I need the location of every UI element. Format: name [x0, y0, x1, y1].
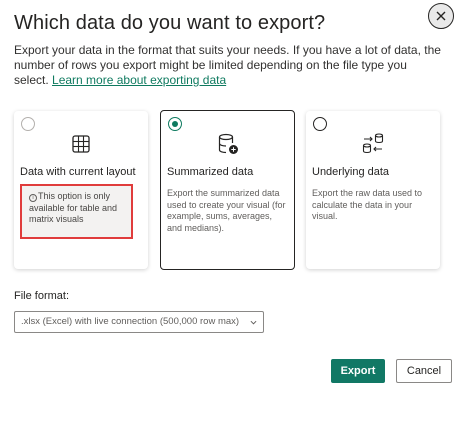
file-format-select[interactable]: .xlsx (Excel) with live connection (500,…: [14, 311, 264, 333]
close-button[interactable]: [428, 3, 454, 29]
radio-summarized[interactable]: [168, 117, 182, 131]
close-icon: [436, 11, 446, 21]
option-title-underlying: Underlying data: [312, 166, 390, 178]
learn-more-link[interactable]: Learn more about exporting data: [52, 73, 226, 87]
option-text-underlying: Export the raw data used to calculate th…: [312, 188, 423, 222]
file-format-label: File format:: [14, 290, 70, 302]
dialog-title: Which data do you want to export?: [14, 12, 326, 34]
info-icon: i: [29, 194, 37, 202]
option-title-current-layout: Data with current layout: [20, 166, 136, 178]
data-transfer-icon: [362, 133, 384, 154]
file-format-value: .xlsx (Excel) with live connection (500,…: [21, 316, 240, 327]
unavailable-note: i This option is only available for table…: [20, 184, 133, 239]
cancel-button[interactable]: Cancel: [396, 359, 452, 383]
option-text-summarized: Export the summarized data used to creat…: [167, 188, 286, 233]
radio-underlying[interactable]: [313, 117, 327, 131]
export-button[interactable]: Export: [331, 359, 385, 383]
note-text: This option is only available for table …: [29, 191, 118, 225]
option-card-summarized[interactable]: Summarized data Export the summarized da…: [160, 110, 295, 270]
option-card-underlying[interactable]: Underlying data Export the raw data used…: [306, 111, 440, 269]
dialog-description: Export your data in the format that suit…: [14, 43, 444, 88]
option-title-summarized: Summarized data: [167, 166, 254, 178]
export-data-dialog: Which data do you want to export? Export…: [0, 0, 474, 435]
chevron-down-icon: [250, 320, 257, 325]
database-summary-icon: [218, 133, 238, 154]
radio-current-layout: [21, 117, 35, 131]
table-icon: [72, 135, 90, 153]
